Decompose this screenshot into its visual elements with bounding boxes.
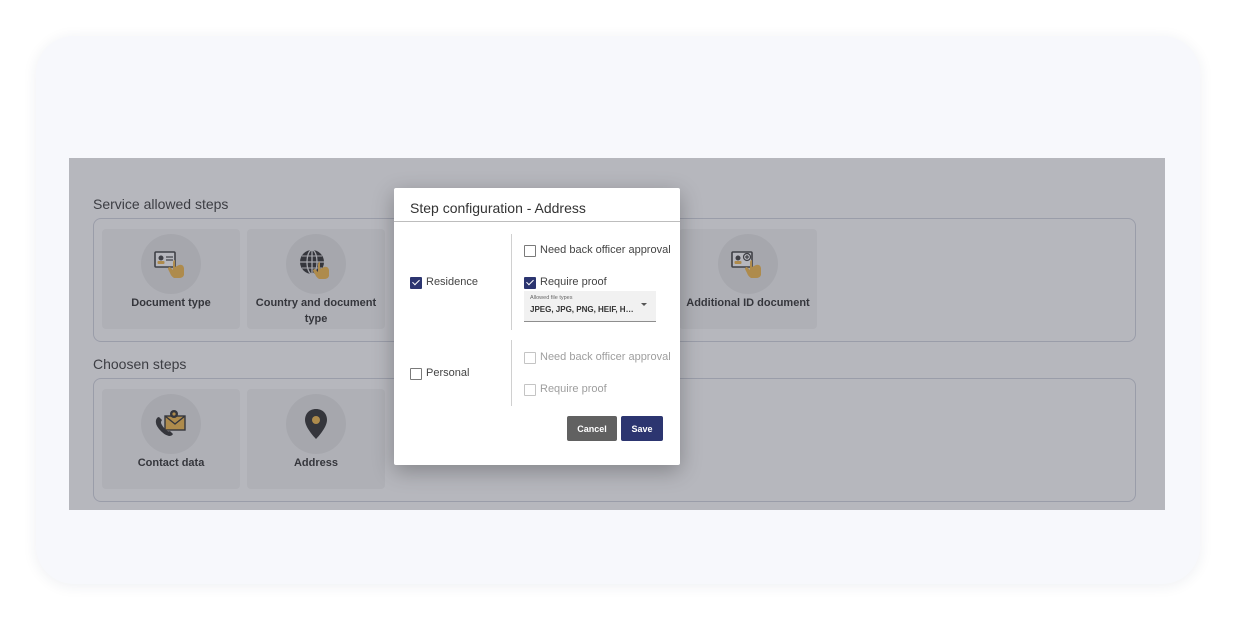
residence-checkbox[interactable] [410,277,422,289]
personal-need-approval-checkbox [524,352,536,364]
residence-need-approval-label: Need back officer approval [540,244,671,256]
allowed-file-types-caption: Allowed file types [530,295,573,301]
cancel-button[interactable]: Cancel [567,416,617,441]
allowed-file-types-value: JPEG, JPG, PNG, HEIF, HEIC, PDF [530,305,638,314]
personal-need-approval-label: Need back officer approval [540,351,671,363]
personal-require-proof-label: Require proof [540,383,607,395]
chevron-down-icon [641,303,647,306]
modal-title: Step configuration - Address [410,200,586,216]
personal-checkbox[interactable] [410,368,422,380]
residence-need-approval-checkbox[interactable] [524,245,536,257]
modal-divider [394,221,680,222]
allowed-file-types-select[interactable]: Allowed file types JPEG, JPG, PNG, HEIF,… [524,291,656,322]
personal-require-proof-checkbox [524,384,536,396]
personal-label: Personal [426,367,470,379]
residence-require-proof-label: Require proof [540,276,607,288]
residence-label: Residence [426,276,478,288]
personal-separator [511,340,512,406]
residence-require-proof-checkbox[interactable] [524,277,536,289]
residence-separator [511,234,512,330]
save-button[interactable]: Save [621,416,663,441]
step-configuration-modal: Step configuration - Address Residence N… [394,188,680,465]
